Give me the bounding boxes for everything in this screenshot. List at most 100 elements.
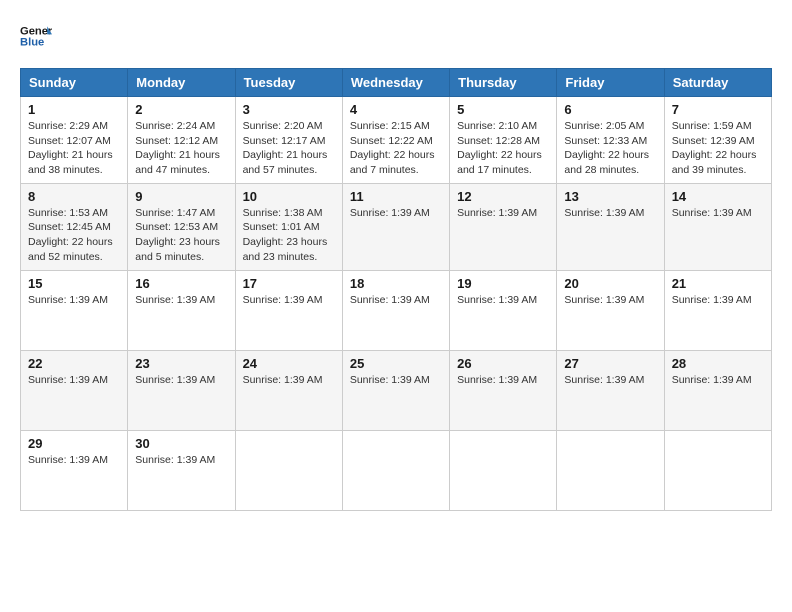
calendar-day: 9 Sunrise: 1:47 AM Sunset: 12:53 AM Dayli… xyxy=(128,183,235,270)
calendar-day: 18 Sunrise: 1:39 AM xyxy=(342,270,449,350)
day-number: 17 xyxy=(243,276,335,291)
day-number: 16 xyxy=(135,276,227,291)
day-number: 3 xyxy=(243,102,335,117)
calendar-day xyxy=(342,430,449,510)
day-number: 18 xyxy=(350,276,442,291)
calendar-day: 26Sunrise: 1:39 AM xyxy=(450,350,557,430)
day-number: 4 xyxy=(350,102,442,117)
weekday-header-saturday: Saturday xyxy=(664,69,771,97)
calendar-day xyxy=(557,430,664,510)
calendar-week-4: 22 Sunrise: 1:39 AM 23 Sunrise: 1:39 AM 24 Su… xyxy=(21,350,772,430)
day-info: Sunrise: 2:15 AM Sunset: 12:22 AM Daylig… xyxy=(350,119,442,178)
day-info: Sunrise: 1:39 AM xyxy=(672,293,764,308)
day-info: Sunrise: 2:10 AM Sunset: 12:28 AM Daylig… xyxy=(457,119,549,178)
day-number: 28 xyxy=(672,356,764,371)
calendar-day: 15Sunrise: 1:39 AM xyxy=(21,270,128,350)
calendar-table: SundayMondayTuesdayWednesdayThursdayFrid… xyxy=(20,68,772,511)
day-number: 2 xyxy=(135,102,227,117)
day-number: 20 xyxy=(564,276,656,291)
calendar-day: 13 Sunrise: 1:39 AM xyxy=(557,183,664,270)
day-number: 1 xyxy=(28,102,120,117)
calendar-day xyxy=(450,430,557,510)
calendar-day: 11 Sunrise: 1:39 AM xyxy=(342,183,449,270)
day-number: 10 xyxy=(243,189,335,204)
day-info: Sunrise: 1:39 AM xyxy=(28,373,120,388)
svg-text:Blue: Blue xyxy=(20,37,44,49)
day-number: 27 xyxy=(564,356,656,371)
calendar-day: 29Sunrise: 1:39 AM xyxy=(21,430,128,510)
day-number: 9 xyxy=(135,189,227,204)
day-info: Sunrise: 1:39 AM xyxy=(350,373,442,388)
calendar-day: 12 Sunrise: 1:39 AM xyxy=(450,183,557,270)
day-number: 19 xyxy=(457,276,549,291)
day-info: Sunrise: 1:39 AM xyxy=(457,293,549,308)
calendar-day: 21 Sunrise: 1:39 AM xyxy=(664,270,771,350)
calendar-day: 6Sunrise: 2:05 AM Sunset: 12:33 AM Dayli… xyxy=(557,97,664,184)
calendar-day: 16 Sunrise: 1:39 AM xyxy=(128,270,235,350)
weekday-header-thursday: Thursday xyxy=(450,69,557,97)
calendar-day: 25 Sunrise: 1:39 AM xyxy=(342,350,449,430)
calendar-day: 3 Sunrise: 2:20 AM Sunset: 12:17 AM Dayli… xyxy=(235,97,342,184)
calendar-day: 8 Sunrise: 1:53 AM Sunset: 12:45 AM Dayli… xyxy=(21,183,128,270)
calendar-day: 27Sunrise: 1:39 AM xyxy=(557,350,664,430)
calendar-day: 1 Sunrise: 2:29 AM Sunset: 12:07 AM Dayli… xyxy=(21,97,128,184)
weekday-header-monday: Monday xyxy=(128,69,235,97)
day-info: Sunrise: 1:39 AM xyxy=(672,206,764,221)
day-number: 22 xyxy=(28,356,120,371)
day-info: Sunrise: 1:39 AM xyxy=(135,293,227,308)
logo-icon: General Blue xyxy=(20,20,52,52)
weekday-header-sunday: Sunday xyxy=(21,69,128,97)
calendar-day: 4 Sunrise: 2:15 AM Sunset: 12:22 AM Dayli… xyxy=(342,97,449,184)
day-info: Sunrise: 1:59 AM Sunset: 12:39 AM Daylig… xyxy=(672,119,764,178)
calendar-week-1: 1 Sunrise: 2:29 AM Sunset: 12:07 AM Dayli… xyxy=(21,97,772,184)
day-number: 11 xyxy=(350,189,442,204)
calendar-day: 24 Sunrise: 1:39 AM xyxy=(235,350,342,430)
calendar-day: 30 Sunrise: 1:39 AM xyxy=(128,430,235,510)
day-info: Sunrise: 1:39 AM xyxy=(457,373,549,388)
calendar-day: 19 Sunrise: 1:39 AM xyxy=(450,270,557,350)
day-number: 12 xyxy=(457,189,549,204)
day-number: 24 xyxy=(243,356,335,371)
calendar-day: 2 Sunrise: 2:24 AM Sunset: 12:12 AM Dayli… xyxy=(128,97,235,184)
day-number: 23 xyxy=(135,356,227,371)
day-info: Sunrise: 1:39 AM xyxy=(350,206,442,221)
weekday-header-row: SundayMondayTuesdayWednesdayThursdayFrid… xyxy=(21,69,772,97)
day-info: Sunrise: 1:39 AM xyxy=(564,293,656,308)
day-number: 14 xyxy=(672,189,764,204)
calendar-day: 28Sunrise: 1:39 AM xyxy=(664,350,771,430)
calendar-day xyxy=(235,430,342,510)
day-info: Sunrise: 2:24 AM Sunset: 12:12 AM Daylig… xyxy=(135,119,227,178)
logo: General Blue xyxy=(20,20,52,52)
day-number: 30 xyxy=(135,436,227,451)
day-info: Sunrise: 1:39 AM xyxy=(135,373,227,388)
day-info: Sunrise: 1:39 AM xyxy=(564,206,656,221)
day-info: Sunrise: 1:39 AM xyxy=(243,373,335,388)
day-number: 25 xyxy=(350,356,442,371)
day-number: 13 xyxy=(564,189,656,204)
calendar-day: 10Sunrise: 1:38 AM Sunset: 1:01 AM Dayli… xyxy=(235,183,342,270)
calendar-day: 23 Sunrise: 1:39 AM xyxy=(128,350,235,430)
weekday-header-tuesday: Tuesday xyxy=(235,69,342,97)
day-info: Sunrise: 1:39 AM xyxy=(243,293,335,308)
calendar-day: 17 Sunrise: 1:39 AM xyxy=(235,270,342,350)
day-info: Sunrise: 1:53 AM Sunset: 12:45 AM Daylig… xyxy=(28,206,120,265)
day-info: Sunrise: 1:39 AM xyxy=(457,206,549,221)
day-number: 5 xyxy=(457,102,549,117)
day-info: Sunrise: 1:39 AM xyxy=(28,293,120,308)
day-number: 7 xyxy=(672,102,764,117)
day-number: 6 xyxy=(564,102,656,117)
day-info: Sunrise: 1:47 AM Sunset: 12:53 AM Daylig… xyxy=(135,206,227,265)
calendar-week-3: 15Sunrise: 1:39 AM 16 Sunrise: 1:39 AM 17 Su… xyxy=(21,270,772,350)
calendar-day: 20 Sunrise: 1:39 AM xyxy=(557,270,664,350)
calendar-day: 5 Sunrise: 2:10 AM Sunset: 12:28 AM Dayli… xyxy=(450,97,557,184)
day-info: Sunrise: 2:20 AM Sunset: 12:17 AM Daylig… xyxy=(243,119,335,178)
day-info: Sunrise: 2:29 AM Sunset: 12:07 AM Daylig… xyxy=(28,119,120,178)
day-number: 21 xyxy=(672,276,764,291)
day-number: 29 xyxy=(28,436,120,451)
day-info: Sunrise: 1:39 AM xyxy=(350,293,442,308)
calendar-day xyxy=(664,430,771,510)
day-number: 8 xyxy=(28,189,120,204)
day-info: Sunrise: 1:39 AM xyxy=(135,453,227,468)
calendar-day: 14 Sunrise: 1:39 AM xyxy=(664,183,771,270)
page-header: General Blue xyxy=(20,20,772,52)
